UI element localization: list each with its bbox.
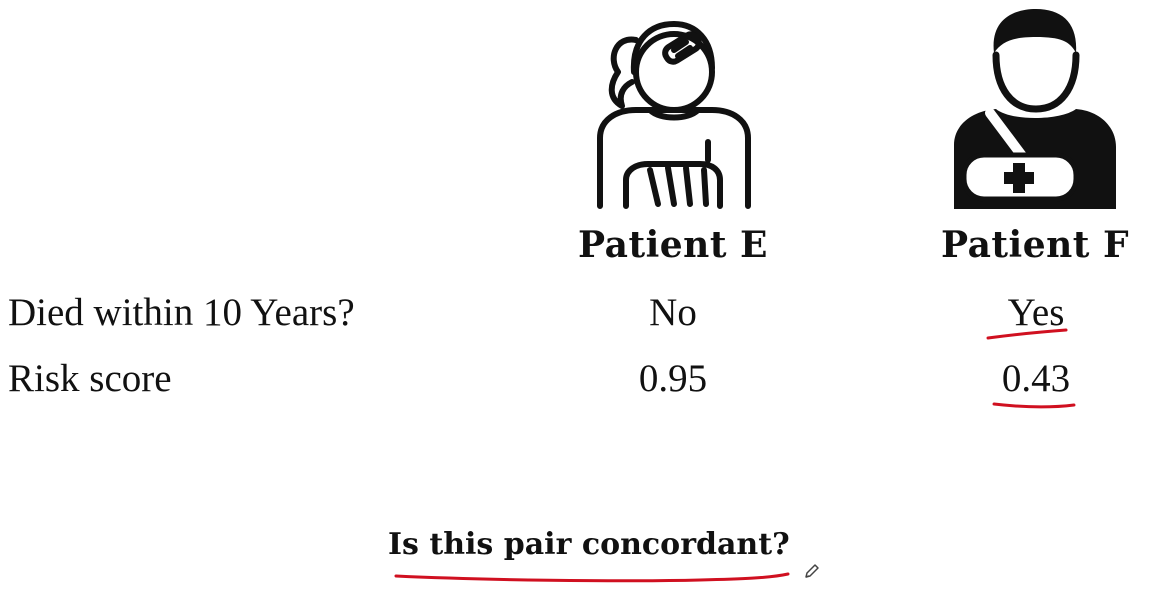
patient-e-icon bbox=[597, 21, 751, 209]
patient-e-died-value: No bbox=[649, 291, 697, 334]
died-row-label: Died within 10 Years? bbox=[8, 291, 355, 334]
risk-underline bbox=[992, 402, 1076, 409]
patient-f-icon bbox=[954, 9, 1116, 209]
patient-e-header: Patient E bbox=[578, 224, 768, 266]
patient-f-header: Patient F bbox=[940, 224, 1130, 266]
patient-e-risk-value: 0.95 bbox=[638, 357, 708, 400]
patient-f-risk-value: 0.43 bbox=[1001, 357, 1071, 400]
question-underline bbox=[394, 572, 790, 583]
concordance-question: Is this pair concordant? bbox=[388, 527, 790, 562]
risk-row-label: Risk score bbox=[8, 357, 172, 400]
pen-cursor-icon bbox=[805, 564, 819, 578]
patient-f-died-value: Yes bbox=[1007, 291, 1065, 334]
